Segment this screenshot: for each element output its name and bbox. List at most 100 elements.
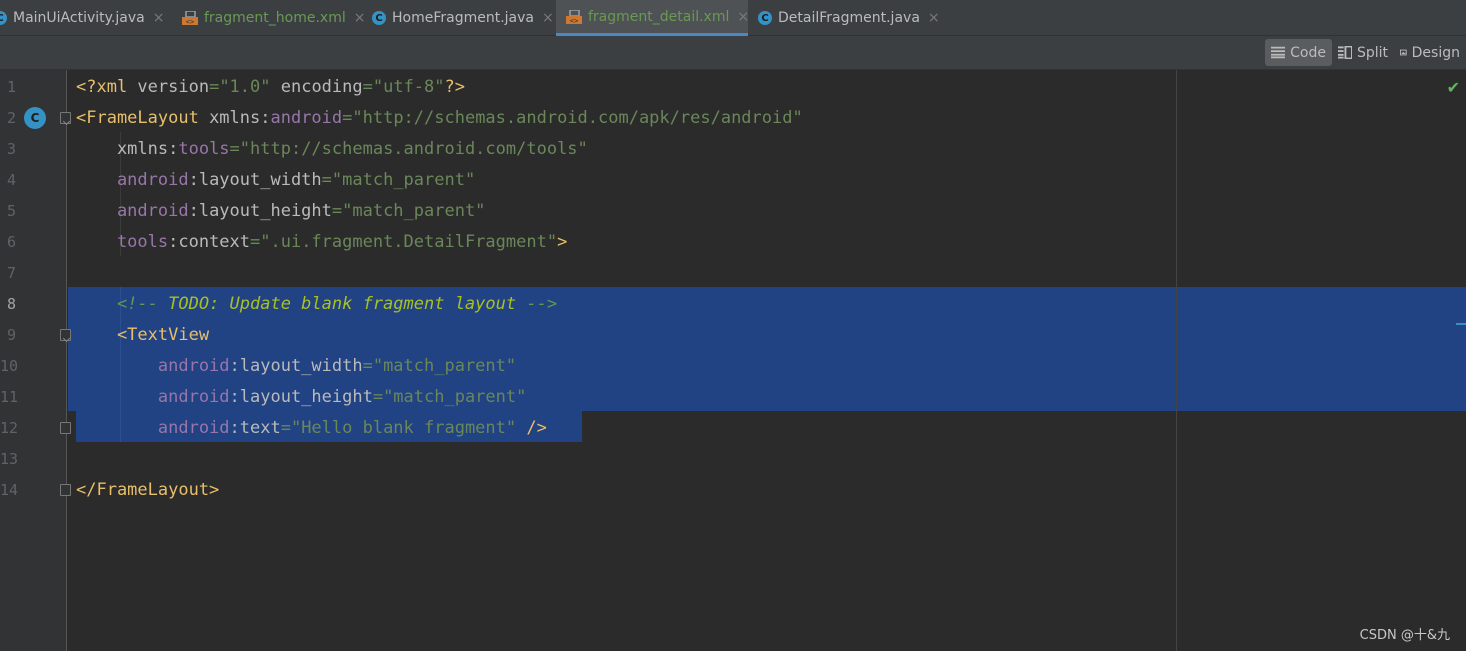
fold-end-marker-icon[interactable]: [60, 422, 71, 434]
tab-fragment-detail-xml[interactable]: <> fragment_detail.xml ×: [556, 0, 749, 36]
code-line: 14 </FrameLayout>: [0, 475, 1466, 506]
tab-label: MainUiActivity.java: [13, 10, 145, 26]
code-line: 11 android:layout_height="match_parent": [0, 382, 1466, 413]
tab-label: HomeFragment.java: [392, 10, 534, 26]
fold-marker-icon[interactable]: [60, 329, 71, 341]
design-view-button[interactable]: Design: [1394, 39, 1466, 66]
fold-marker-icon[interactable]: [60, 112, 71, 124]
code-token: =".ui.fragment.DetailFragment": [250, 232, 558, 252]
inspection-ok-icon[interactable]: ✔: [1447, 78, 1460, 97]
java-class-icon: C: [0, 11, 7, 25]
svg-text:<>: <>: [570, 17, 578, 24]
close-tab-icon[interactable]: ×: [542, 10, 554, 26]
code-line: 10 android:layout_width="match_parent": [0, 351, 1466, 382]
code-token: ="match_parent": [331, 201, 486, 221]
code-token: xmlns:: [209, 108, 271, 128]
code-line: 12 android:text="Hello blank fragment" /…: [0, 413, 1466, 444]
code-text[interactable]: android:layout_height="match_parent": [76, 196, 485, 227]
code-text[interactable]: <?xml version="1.0" encoding="utf-8"?>: [76, 72, 465, 103]
code-line: 13: [0, 444, 1466, 475]
line-number: 9: [6, 326, 16, 344]
code-token: :layout_height: [188, 201, 332, 221]
java-class-icon: C: [372, 11, 386, 25]
code-token: android: [76, 356, 230, 376]
code-token: <!--: [76, 294, 169, 314]
class-badge-icon[interactable]: C: [24, 107, 46, 129]
code-line: 5 android:layout_height="match_parent": [0, 196, 1466, 227]
code-text[interactable]: <FrameLayout xmlns:android="http://schem…: [76, 103, 803, 134]
code-token: -->: [516, 294, 558, 314]
code-token: ="http://schemas.android.com/tools": [229, 139, 588, 159]
code-line: 6 tools:context=".ui.fragment.DetailFrag…: [0, 227, 1466, 258]
code-view-icon: [1271, 46, 1286, 59]
close-tab-icon[interactable]: ×: [153, 10, 165, 26]
code-token: tools: [178, 139, 230, 159]
code-text[interactable]: android:layout_width="match_parent": [76, 351, 516, 382]
scrollbar-caret-marker: [1456, 323, 1466, 325]
code-view-button[interactable]: Code: [1265, 39, 1332, 66]
code-token: :text: [229, 418, 281, 438]
code-token: android: [76, 170, 189, 190]
tab-detailfragment-java[interactable]: C DetailFragment.java ×: [748, 0, 940, 36]
line-number: 7: [6, 264, 16, 282]
tab-label: fragment_detail.xml: [588, 8, 730, 25]
code-token: ="Hello blank fragment": [280, 418, 527, 438]
line-number: 13: [0, 450, 19, 468]
tab-fragment-home-xml[interactable]: <> fragment_home.xml ×: [172, 0, 365, 36]
code-text[interactable]: android:text="Hello blank fragment" />: [76, 413, 547, 444]
line-number: 5: [6, 202, 16, 220]
code-token: >: [557, 232, 568, 252]
code-token: ?>: [444, 77, 465, 97]
close-tab-icon[interactable]: ×: [928, 10, 940, 26]
code-token: <TextView: [76, 325, 210, 345]
code-token: android: [76, 201, 189, 221]
code-token: </FrameLayout>: [76, 480, 220, 500]
code-text[interactable]: <TextView: [76, 320, 209, 351]
code-text[interactable]: <!-- TODO: Update blank fragment layout …: [76, 289, 557, 320]
code-token: ="utf-8": [362, 77, 445, 97]
split-view-button[interactable]: Split: [1332, 39, 1394, 66]
code-token: />: [526, 418, 547, 438]
code-token: android: [76, 387, 230, 407]
code-text[interactable]: tools:context=".ui.fragment.DetailFragme…: [76, 227, 567, 258]
code-token: ="match_parent": [372, 387, 527, 407]
code-token: <FrameLayout: [76, 108, 210, 128]
code-token: android: [270, 108, 343, 128]
code-editor[interactable]: 1 <?xml version="1.0" encoding="utf-8"?> 2…: [0, 70, 1466, 651]
design-view-label: Design: [1411, 44, 1460, 61]
line-number: 6: [6, 233, 16, 251]
line-number: 3: [6, 140, 16, 158]
xml-file-icon: <>: [566, 8, 582, 25]
line-number: 14: [0, 481, 19, 499]
code-text[interactable]: android:layout_height="match_parent": [76, 382, 526, 413]
code-token: ="http://schemas.android.com/apk/res/and…: [342, 108, 803, 128]
line-number: 11: [0, 388, 19, 406]
code-text[interactable]: </FrameLayout>: [76, 475, 219, 506]
svg-text:<>: <>: [186, 18, 194, 25]
code-token: ="1.0": [209, 77, 281, 97]
line-number: 8: [6, 295, 16, 313]
java-class-icon: C: [758, 11, 772, 25]
fold-end-marker-icon[interactable]: [60, 484, 71, 496]
code-line: 2 <FrameLayout xmlns:android="http://sche…: [0, 103, 1466, 134]
code-line: 8 <!-- TODO: Update blank fragment layou…: [0, 289, 1466, 320]
code-line: 9 <TextView: [0, 320, 1466, 351]
tab-mainuiactivity-java[interactable]: C MainUiActivity.java ×: [0, 0, 172, 36]
tab-homefragment-java[interactable]: C HomeFragment.java ×: [362, 0, 556, 36]
watermark: CSDN @十&九: [1359, 628, 1450, 643]
code-text[interactable]: android:layout_width="match_parent": [76, 165, 475, 196]
line-number: 12: [0, 419, 19, 437]
code-token: encoding: [280, 77, 363, 97]
code-line: 3 xmlns:tools="http://schemas.android.co…: [0, 134, 1466, 165]
line-number: 2: [6, 109, 16, 127]
code-token: :layout_height: [229, 387, 373, 407]
code-token: :layout_width: [229, 356, 363, 376]
editor-tab-bar: C MainUiActivity.java × <> fragment_home.xml…: [0, 0, 1466, 36]
code-view-label: Code: [1290, 44, 1326, 61]
code-token: TODO: Update blank fragment layout: [168, 294, 517, 314]
xml-file-icon: <>: [182, 10, 198, 26]
code-token: tools: [76, 232, 169, 252]
code-line: 4 android:layout_width="match_parent": [0, 165, 1466, 196]
code-text[interactable]: xmlns:tools="http://schemas.android.com/…: [76, 134, 588, 165]
line-number: 10: [0, 357, 19, 375]
